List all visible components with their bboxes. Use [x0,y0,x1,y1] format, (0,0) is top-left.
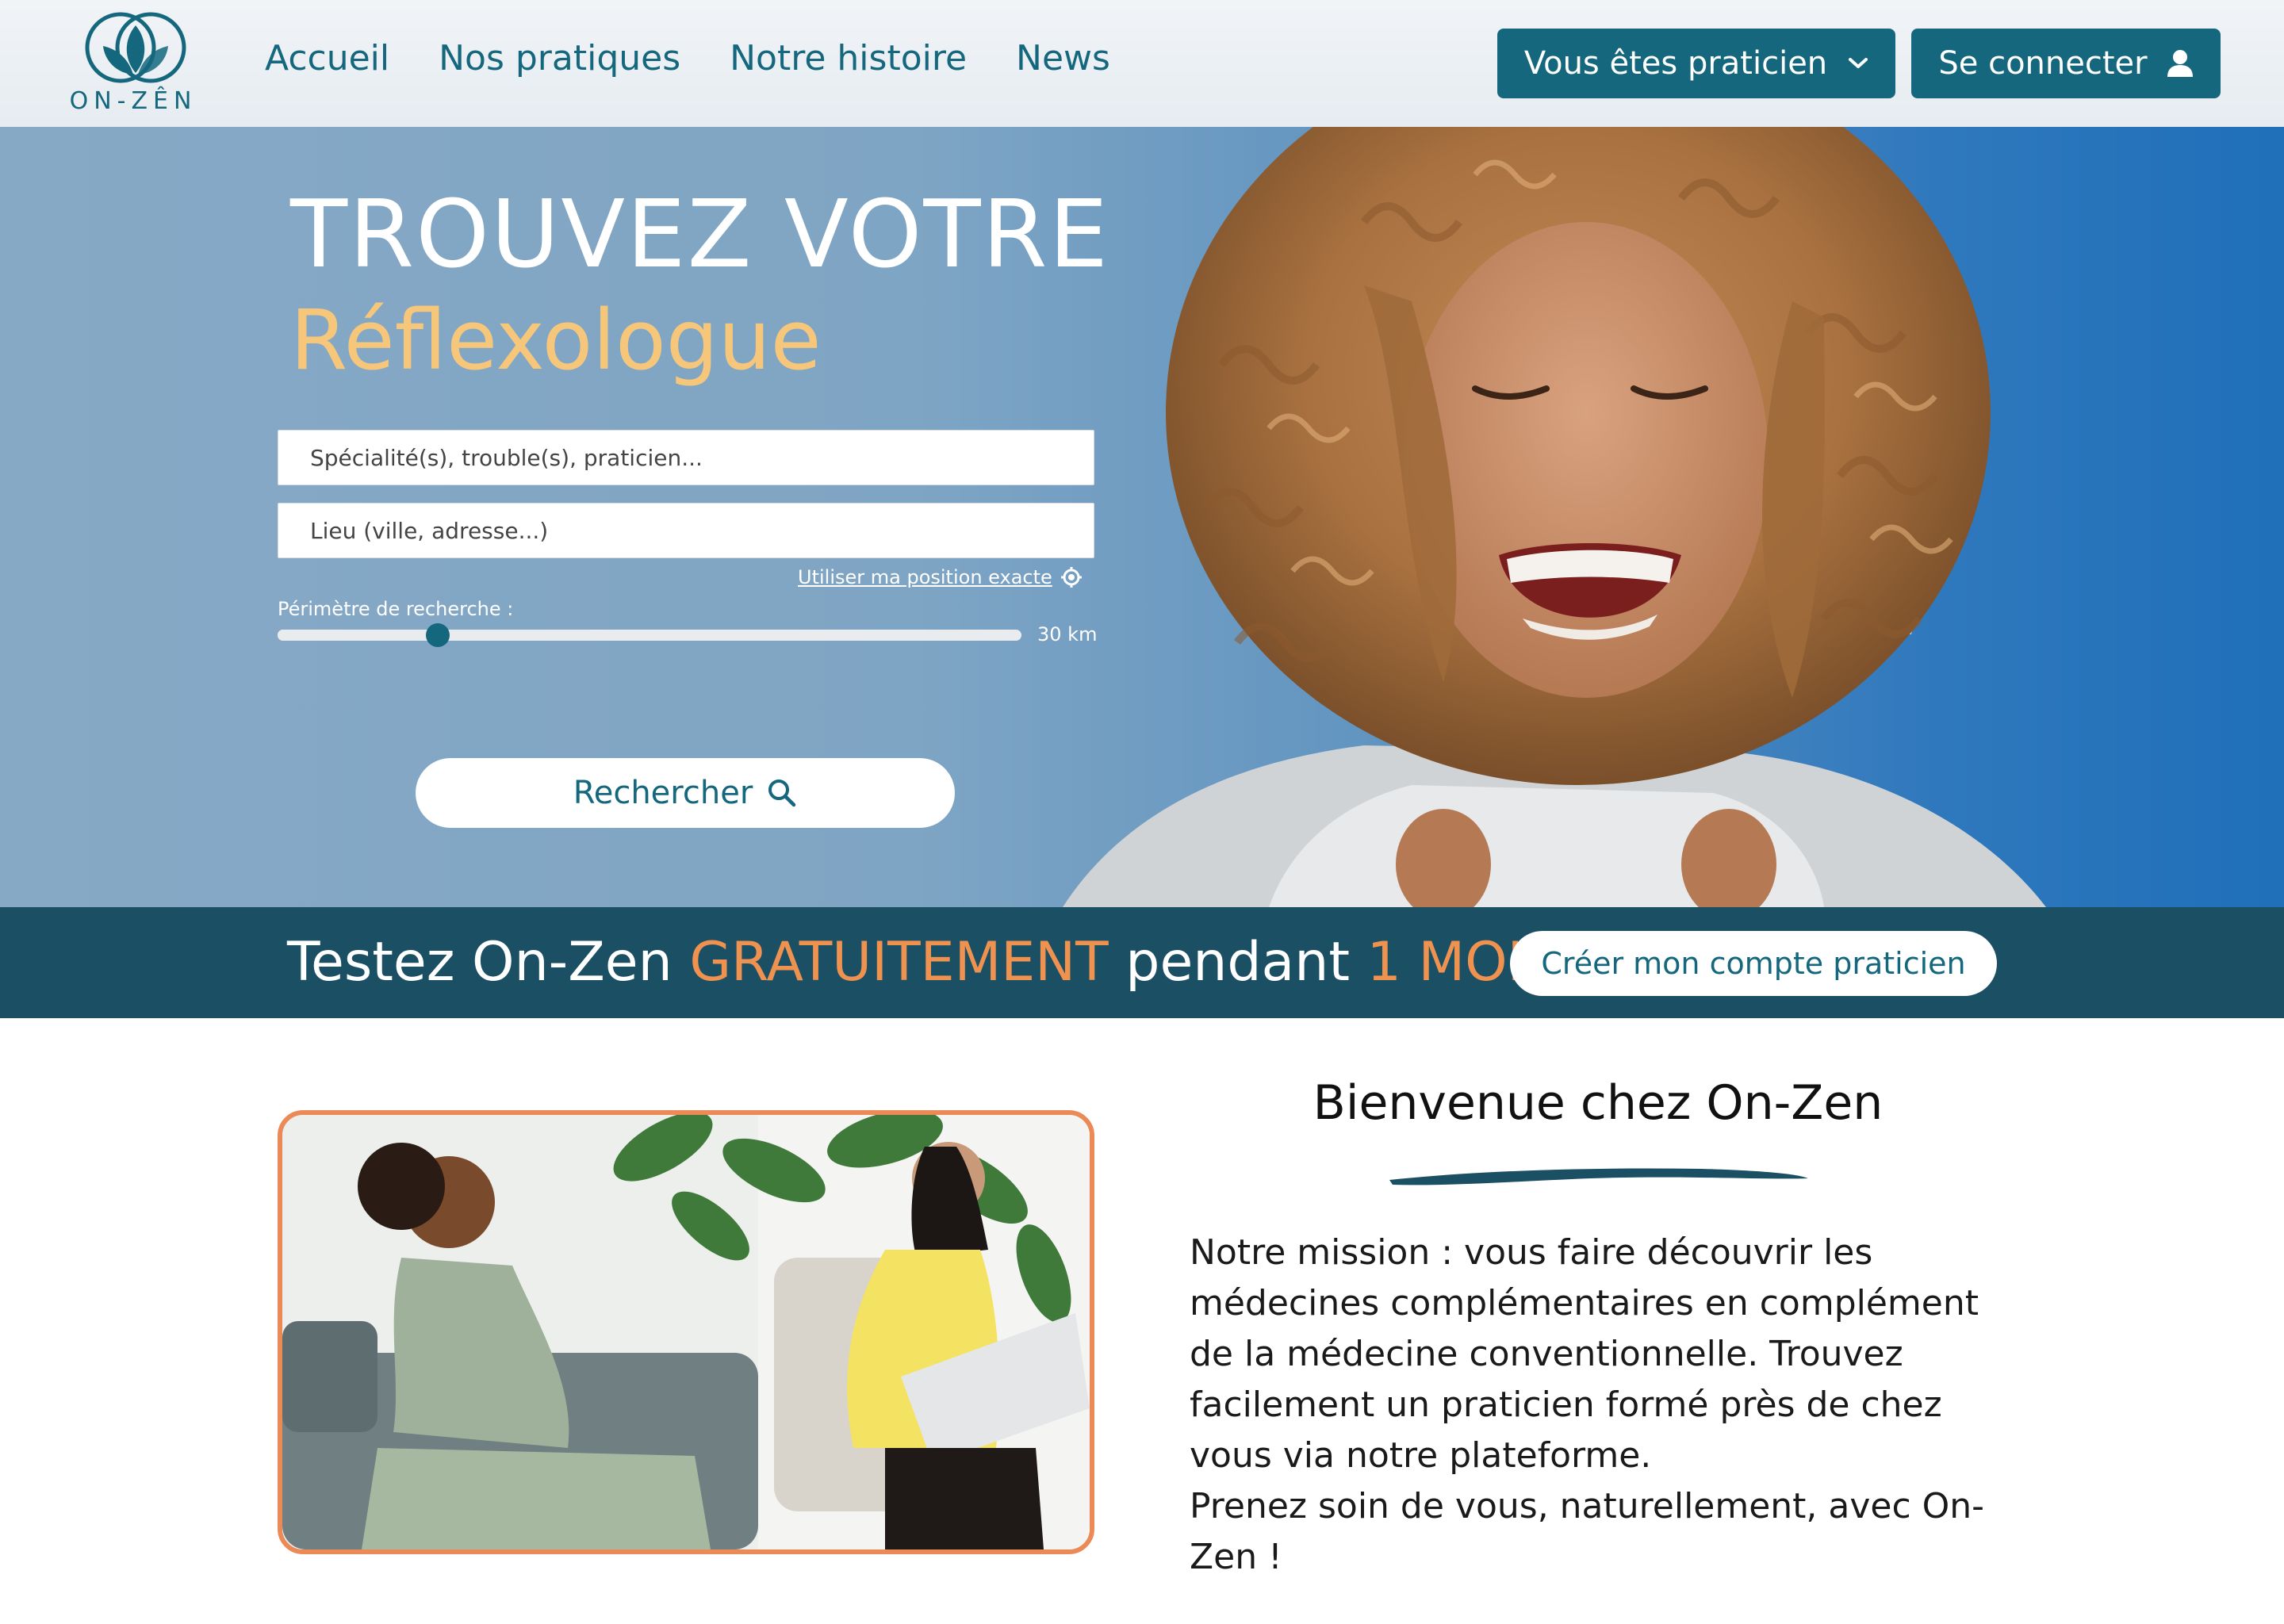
main-nav: Accueil Nos pratiques Notre histoire New… [265,38,1159,79]
login-button[interactable]: Se connecter [1911,29,2221,98]
site-header: ON-ZÊN Accueil Nos pratiques Notre histo… [0,0,2284,127]
create-practitioner-account-button[interactable]: Créer mon compte praticien [1510,931,1997,996]
free-trial-text: Testez On-Zen GRATUITEMENT pendant 1 MOI… [287,931,1558,994]
use-my-location-link[interactable]: Utiliser ma position exacte [798,566,1083,588]
nav-accueil[interactable]: Accueil [265,38,389,79]
welcome-title: Bienvenue chez On-Zen [1313,1075,1884,1131]
perimeter-label: Périmètre de recherche : [278,598,514,620]
hero-photo [1063,127,2046,907]
specialty-search-input[interactable]: Spécialité(s), trouble(s), praticien... [278,430,1094,485]
login-button-label: Se connecter [1938,45,2148,82]
free-trial-banner: Testez On-Zen GRATUITEMENT pendant 1 MOI… [0,907,2284,1018]
location-placeholder: Lieu (ville, adresse...) [310,517,549,544]
slider-fill [278,630,438,641]
closing-paragraph: Prenez soin de vous, naturellement, avec… [1190,1486,1985,1577]
brush-stroke-divider [1389,1168,1808,1185]
search-button-label: Rechercher [573,775,753,811]
perimeter-value: 30 km [1037,623,1098,645]
specialty-placeholder: Spécialité(s), trouble(s), praticien... [310,444,703,471]
promo-text-part2: pendant [1108,931,1367,994]
logo-text: ON-ZÊN [69,87,197,115]
practitioner-menu-button[interactable]: Vous êtes praticien [1497,29,1895,98]
slider-thumb[interactable] [425,623,450,647]
site-logo[interactable]: ON-ZÊN [62,11,205,119]
nav-news[interactable]: News [1016,38,1110,79]
hero-subtitle: Réflexologue [290,292,822,389]
target-location-icon [1060,567,1082,588]
search-button[interactable]: Rechercher [416,758,955,828]
promo-highlight-free: GRATUITEMENT [689,931,1109,994]
lotus-logo-icon [85,12,186,83]
nav-nos-pratiques[interactable]: Nos pratiques [439,38,680,79]
geolocate-label: Utiliser ma position exacte [798,566,1052,588]
mission-paragraph: Notre mission : vous faire découvrir les… [1190,1232,1979,1476]
hero-section: TROUVEZ VOTRE Réflexologue Spécialité(s)… [0,127,2284,907]
hero-title: TROUVEZ VOTRE [290,179,1110,289]
nav-notre-histoire[interactable]: Notre histoire [730,38,967,79]
practitioner-button-label: Vous êtes praticien [1523,45,1828,82]
location-input[interactable]: Lieu (ville, adresse...) [278,503,1094,558]
welcome-photo [278,1110,1094,1554]
promo-text-part1: Testez On-Zen [287,931,690,994]
perimeter-slider[interactable] [278,623,1021,647]
chevron-down-icon [1849,58,1868,68]
welcome-description: Notre mission : vous faire découvrir les… [1190,1228,1991,1583]
search-icon [768,779,796,807]
user-icon [2167,50,2193,77]
consultation-photo [282,1115,1090,1549]
